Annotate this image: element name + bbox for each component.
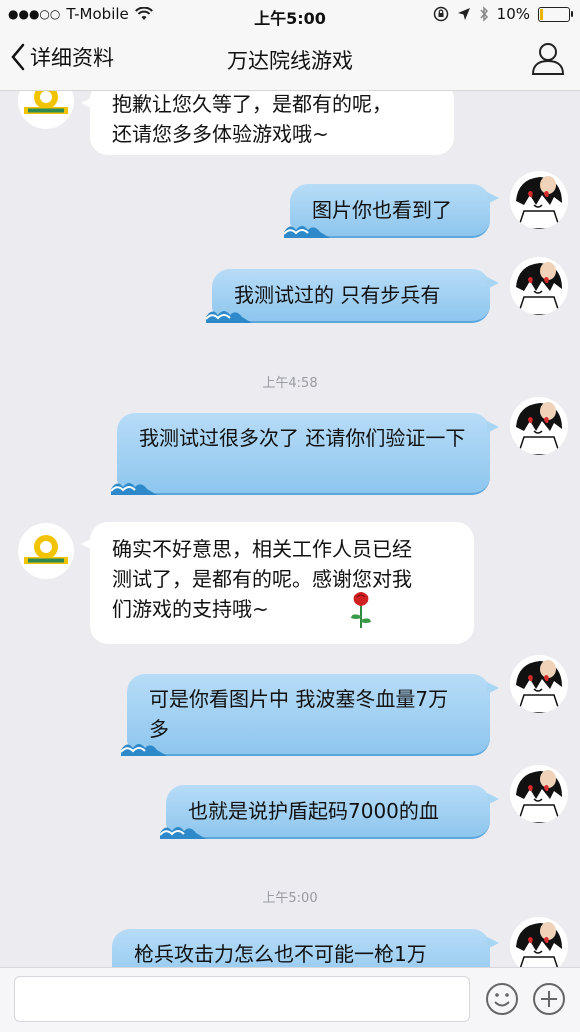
timestamp: 上午5:00 bbox=[262, 891, 318, 906]
plus-circle-icon[interactable] bbox=[532, 982, 566, 1016]
battery-icon bbox=[538, 6, 573, 22]
battery-percent: 10% bbox=[496, 5, 530, 23]
bluetooth-icon bbox=[480, 6, 488, 22]
user-avatar[interactable] bbox=[510, 171, 568, 229]
back-button[interactable]: 详细资料 bbox=[10, 42, 114, 72]
message-bubble-outgoing[interactable]: 图片你也看到了 bbox=[284, 184, 499, 238]
wave-decoration-icon bbox=[284, 226, 330, 238]
wanda-logo-icon bbox=[24, 535, 68, 564]
input-bar bbox=[0, 967, 580, 1032]
anime-avatar-icon bbox=[510, 171, 568, 229]
user-avatar[interactable] bbox=[510, 917, 568, 967]
rotation-lock-icon bbox=[433, 6, 448, 22]
user-avatar[interactable] bbox=[510, 257, 568, 315]
wave-decoration-icon bbox=[206, 311, 252, 323]
timestamp: 上午4:58 bbox=[262, 376, 318, 391]
location-icon bbox=[457, 8, 470, 20]
anime-avatar-icon bbox=[510, 257, 568, 315]
message-text: 我测试过的 只有步兵有 bbox=[234, 283, 441, 307]
message-bubble-outgoing[interactable]: 也就是说护盾起码7000的血 bbox=[160, 785, 499, 839]
rose-icon bbox=[351, 592, 371, 628]
anime-avatar-icon bbox=[510, 397, 568, 455]
message-text: 也就是说护盾起码7000的血 bbox=[188, 799, 439, 823]
chevron-left-icon bbox=[11, 43, 25, 71]
official-avatar[interactable] bbox=[18, 91, 74, 129]
anime-avatar-icon bbox=[510, 917, 568, 967]
wanda-logo-icon bbox=[24, 91, 68, 114]
anime-avatar-icon bbox=[510, 655, 568, 713]
message-text: 枪兵攻击力怎么也不可能一枪1万 bbox=[134, 942, 427, 966]
wave-decoration-icon bbox=[111, 483, 157, 495]
user-avatar[interactable] bbox=[510, 765, 568, 823]
person-icon[interactable] bbox=[530, 40, 566, 76]
message-bubble-outgoing[interactable]: 可是你看图片中 我波塞冬血量7万多 bbox=[121, 674, 499, 756]
smiley-icon[interactable] bbox=[485, 982, 519, 1016]
user-avatar[interactable] bbox=[510, 397, 568, 455]
message-bubble-outgoing[interactable]: 枪兵攻击力怎么也不可能一枪1万 bbox=[112, 929, 499, 967]
anime-avatar-icon bbox=[510, 765, 568, 823]
message-text: 我测试过很多次了 还请你们验证一下 bbox=[139, 426, 466, 450]
message-text: 图片你也看到了 bbox=[312, 198, 452, 222]
wave-decoration-icon bbox=[121, 744, 167, 756]
message-bubble-outgoing[interactable]: 我测试过很多次了 还请你们验证一下 bbox=[111, 413, 499, 495]
nav-bar: 详细资料 万达院线游戏 bbox=[0, 30, 580, 91]
status-right: 10% bbox=[433, 5, 573, 23]
back-label: 详细资料 bbox=[30, 46, 114, 70]
message-input[interactable] bbox=[14, 976, 470, 1022]
message-text: 可是你看图片中 我波塞冬血量7万多 bbox=[149, 687, 449, 741]
message-bubble-outgoing[interactable]: 我测试过的 只有步兵有 bbox=[206, 269, 499, 323]
message-bubble-incoming[interactable]: 确实不好意思，相关工作人员已经测试了，是都有的呢。感谢您对我们游戏的支持哦~ bbox=[81, 522, 474, 644]
message-bubble-incoming[interactable]: 抱歉让您久等了，是都有的呢， 还请您多多体验游戏哦~ bbox=[81, 91, 454, 155]
wave-decoration-icon bbox=[160, 827, 206, 839]
status-bar: ●●●○○ T-Mobile 上午5:00 10% bbox=[0, 0, 580, 30]
user-avatar[interactable] bbox=[510, 655, 568, 713]
chat-area[interactable]: 抱歉让您久等了，是都有的呢， 还请您多多体验游戏哦~ 图片你也看到了 我测试过的… bbox=[0, 91, 580, 967]
official-avatar[interactable] bbox=[18, 523, 74, 579]
